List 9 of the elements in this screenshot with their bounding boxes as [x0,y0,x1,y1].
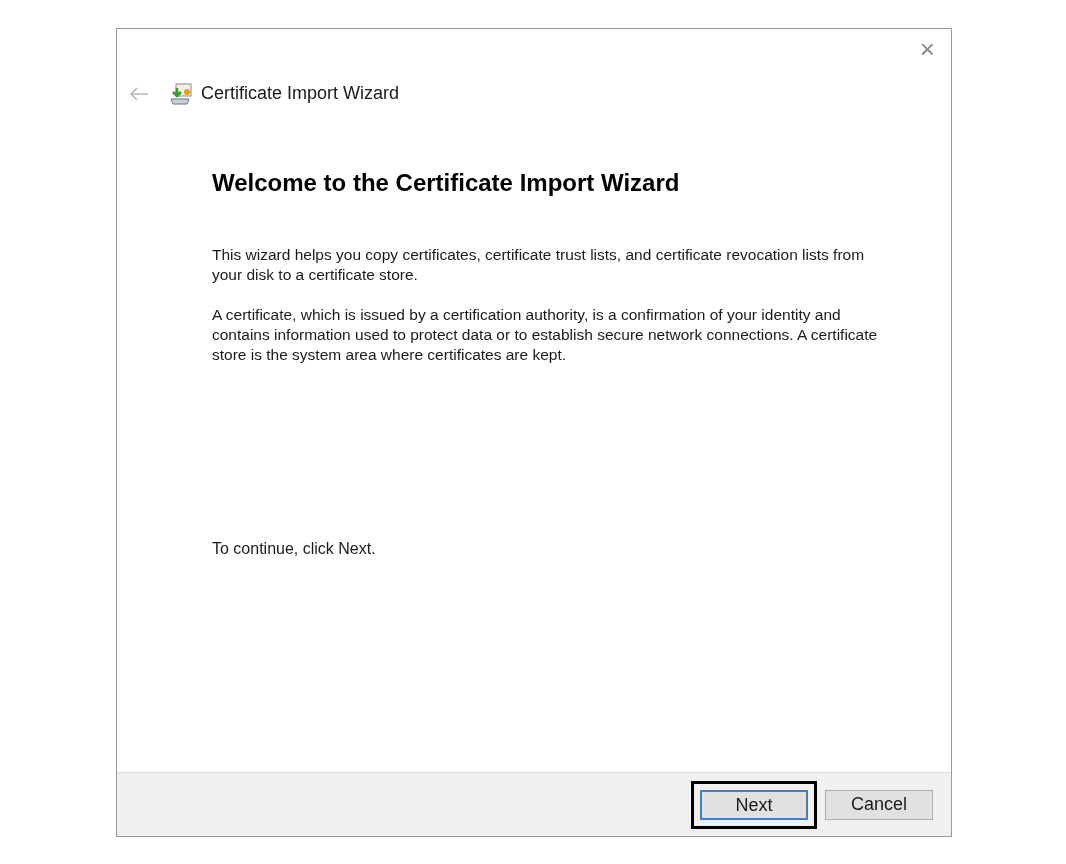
description-text: This wizard helps you copy certificates, certificate trust lists, and certificate revocation lists from your disk to a certificate store. [212,245,866,285]
certificate-icon [169,81,193,106]
description-text: A certificate, which is issued by a certification authority, is a confirmation of your identity and contains information used to protect data or to establish secure network connections. A certificate store is the system area where certificates are kept. [212,305,879,365]
continue-instruction: To continue, click Next. [212,539,377,559]
back-arrow-icon[interactable] [129,85,149,102]
dialog-button[interactable]: Next [700,789,808,820]
window-title: Certificate Import Wizard [201,82,400,105]
wizard-heading: Welcome to the Certificate Import Wizard [212,168,681,198]
dialog-button[interactable]: Cancel [825,789,933,820]
